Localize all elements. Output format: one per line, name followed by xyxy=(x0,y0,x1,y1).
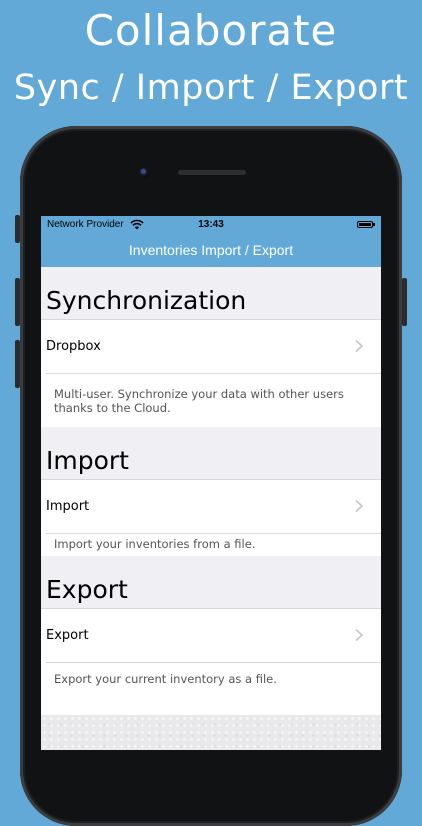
phone-volume-down-button xyxy=(15,340,20,388)
dropbox-row[interactable]: Dropbox xyxy=(41,319,381,374)
chevron-right-icon xyxy=(355,339,364,353)
battery-icon xyxy=(357,221,375,228)
section-header-synchronization: Synchronization xyxy=(41,267,381,319)
status-bar: Network Provider 13:43 xyxy=(41,216,381,234)
section-title: Synchronization xyxy=(46,286,247,315)
earpiece-speaker xyxy=(178,170,246,175)
nav-title: Inventories Import / Export xyxy=(128,242,294,258)
phone-mute-switch xyxy=(15,215,20,243)
section-header-import: Import xyxy=(41,427,381,479)
import-description: Import your inventories from a file. xyxy=(41,534,381,556)
front-camera xyxy=(139,167,150,178)
sync-description: Multi-user. Synchronize your data with o… xyxy=(41,374,381,427)
section-title: Import xyxy=(46,446,129,475)
section-header-export: Export xyxy=(41,556,381,608)
status-time: 13:43 xyxy=(198,219,224,230)
export-label: Export xyxy=(46,628,89,643)
phone-volume-up-button xyxy=(15,278,20,326)
export-description: Export your current inventory as a file. xyxy=(41,663,381,715)
promo-subtitle: Sync / Import / Export xyxy=(13,68,409,108)
promo-title: Collaborate xyxy=(84,6,338,55)
import-label: Import xyxy=(46,499,90,514)
dropbox-label: Dropbox xyxy=(46,339,101,354)
decorative-background-pattern xyxy=(41,715,381,750)
app-screen: Network Provider 13:43 Inventories Impor… xyxy=(41,216,381,750)
export-row[interactable]: Export xyxy=(41,608,381,663)
chevron-right-icon xyxy=(355,499,364,513)
section-title: Export xyxy=(46,575,128,604)
import-row[interactable]: Import xyxy=(41,479,381,534)
phone-power-button xyxy=(402,278,407,326)
chevron-right-icon xyxy=(355,628,364,642)
navigation-bar: Inventories Import / Export xyxy=(41,234,381,267)
